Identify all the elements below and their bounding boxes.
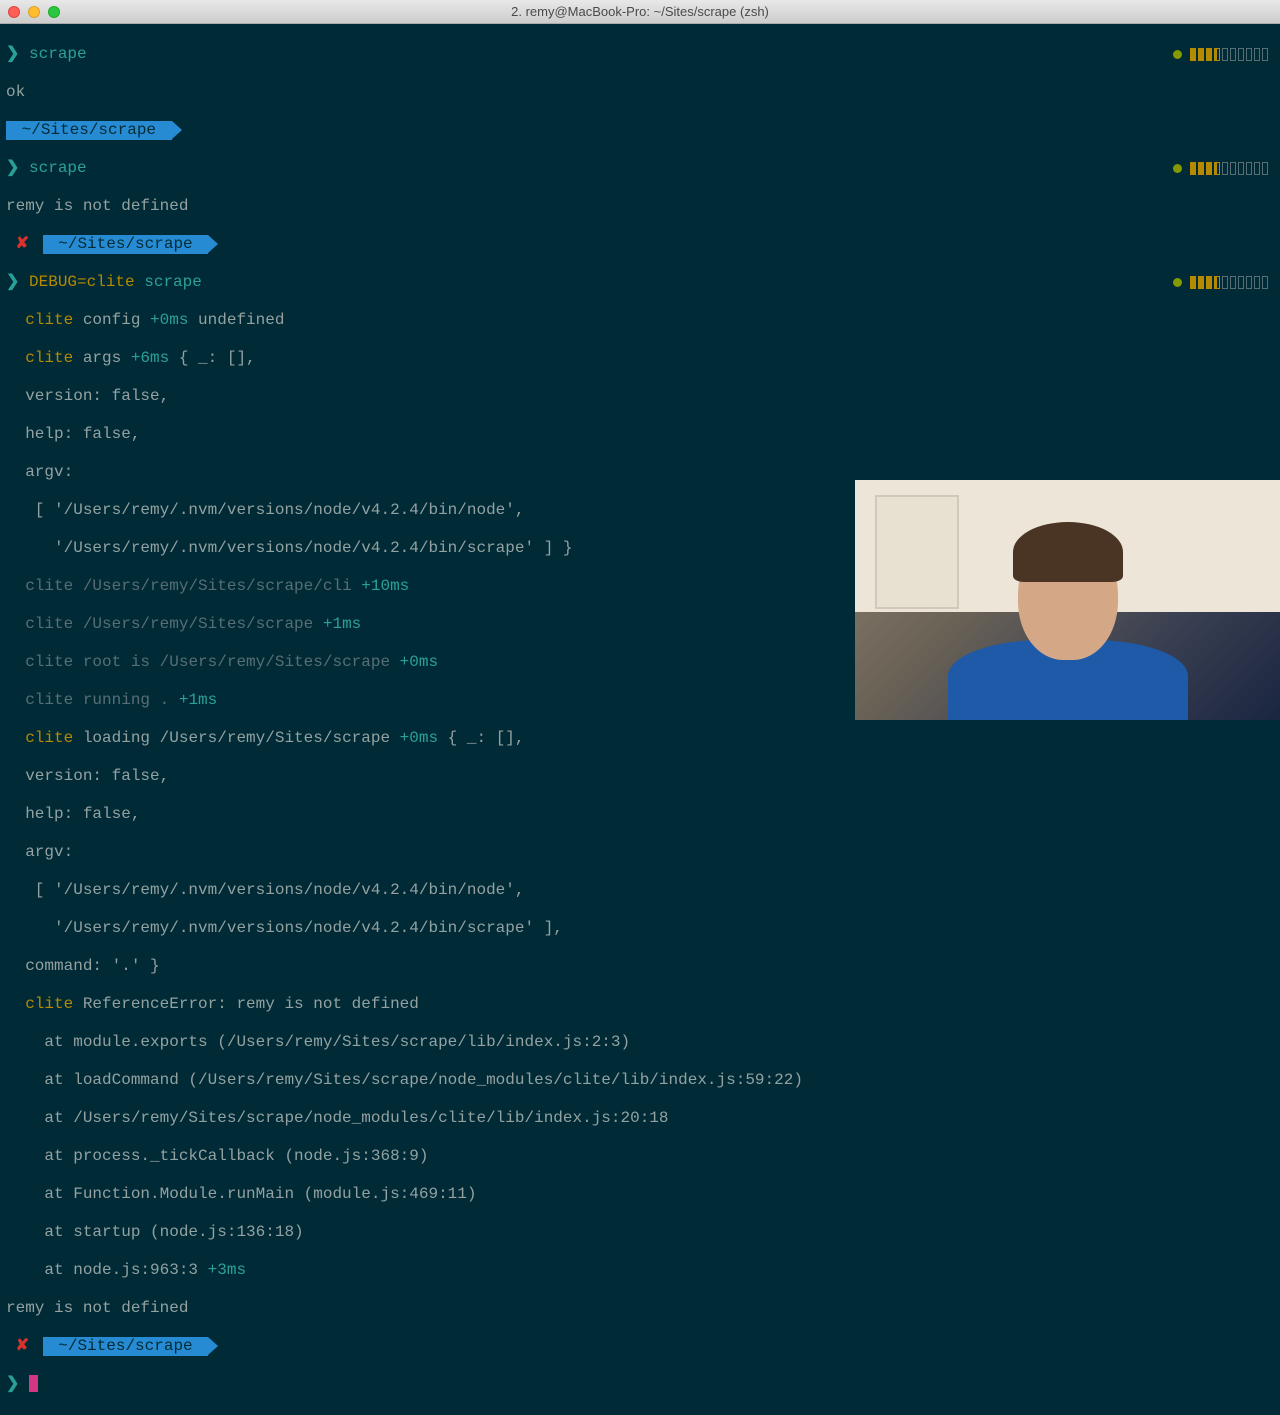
status-indicator bbox=[1173, 159, 1268, 178]
prompt-symbol: ❯ bbox=[6, 159, 19, 177]
debug-line: version: false, bbox=[6, 767, 1274, 786]
stack-line: at process._tickCallback (node.js:368:9) bbox=[6, 1147, 1274, 1166]
path-line-error: ✘ ~/Sites/scrape bbox=[6, 1337, 1274, 1356]
person-silhouette bbox=[968, 520, 1168, 720]
prompt-symbol: ❯ bbox=[6, 45, 19, 63]
path-line-error: ✘ ~/Sites/scrape bbox=[6, 235, 1274, 254]
debug-line: help: false, bbox=[6, 425, 1274, 444]
status-dot-icon bbox=[1173, 164, 1182, 173]
prompt-symbol: ❯ bbox=[6, 1375, 19, 1393]
stack-line: at startup (node.js:136:18) bbox=[6, 1223, 1274, 1242]
stack-line: at module.exports (/Users/remy/Sites/scr… bbox=[6, 1033, 1274, 1052]
webcam-overlay bbox=[855, 480, 1280, 720]
env-var: DEBUG=clite bbox=[29, 273, 144, 291]
prompt-line: ❯ DEBUG=clite scrape bbox=[6, 273, 1274, 292]
stack-line: at /Users/remy/Sites/scrape/node_modules… bbox=[6, 1109, 1274, 1128]
stack-line: at node.js:963:3 +3ms bbox=[6, 1261, 1274, 1280]
error-line: remy is not defined bbox=[6, 1299, 1274, 1318]
debug-line: clite loading /Users/remy/Sites/scrape +… bbox=[6, 729, 1274, 748]
stack-line: at loadCommand (/Users/remy/Sites/scrape… bbox=[6, 1071, 1274, 1090]
window-titlebar: 2. remy@MacBook-Pro: ~/Sites/scrape (zsh… bbox=[0, 0, 1280, 24]
status-indicator bbox=[1173, 45, 1268, 64]
debug-line: argv: bbox=[6, 843, 1274, 862]
prompt-line: ❯ scrape bbox=[6, 159, 1274, 178]
prompt-symbol: ❯ bbox=[6, 273, 19, 291]
status-dot-icon bbox=[1173, 278, 1182, 287]
debug-line: version: false, bbox=[6, 387, 1274, 406]
error-mark-icon: ✘ bbox=[16, 1337, 29, 1355]
error-line: remy is not defined bbox=[6, 197, 1274, 216]
cursor-icon bbox=[29, 1375, 38, 1392]
debug-line: clite config +0ms undefined bbox=[6, 311, 1274, 330]
stack-line: at Function.Module.runMain (module.js:46… bbox=[6, 1185, 1274, 1204]
battery-icon bbox=[1190, 276, 1268, 289]
debug-line: [ '/Users/remy/.nvm/versions/node/v4.2.4… bbox=[6, 881, 1274, 900]
debug-line: command: '.' } bbox=[6, 957, 1274, 976]
command-text: scrape bbox=[144, 273, 202, 291]
path-badge: ~/Sites/scrape bbox=[43, 235, 209, 254]
status-dot-icon bbox=[1173, 50, 1182, 59]
output-line: ok bbox=[6, 83, 1274, 102]
debug-line: clite args +6ms { _: [], bbox=[6, 349, 1274, 368]
prompt-line-active[interactable]: ❯ bbox=[6, 1375, 1274, 1394]
debug-line: '/Users/remy/.nvm/versions/node/v4.2.4/b… bbox=[6, 919, 1274, 938]
minimize-icon[interactable] bbox=[28, 6, 40, 18]
close-icon[interactable] bbox=[8, 6, 20, 18]
error-mark-icon: ✘ bbox=[16, 235, 29, 253]
window-title: 2. remy@MacBook-Pro: ~/Sites/scrape (zsh… bbox=[511, 2, 769, 21]
command-text: scrape bbox=[29, 159, 87, 177]
debug-line: clite ReferenceError: remy is not define… bbox=[6, 995, 1274, 1014]
path-badge: ~/Sites/scrape bbox=[6, 121, 172, 140]
battery-icon bbox=[1190, 48, 1268, 61]
prompt-line: ❯ scrape bbox=[6, 45, 1274, 64]
debug-line: help: false, bbox=[6, 805, 1274, 824]
command-text: scrape bbox=[29, 45, 87, 63]
traffic-lights bbox=[8, 6, 60, 18]
zoom-icon[interactable] bbox=[48, 6, 60, 18]
path-badge: ~/Sites/scrape bbox=[43, 1337, 209, 1356]
status-indicator bbox=[1173, 273, 1268, 292]
battery-icon bbox=[1190, 162, 1268, 175]
path-line: ~/Sites/scrape bbox=[6, 121, 1274, 140]
